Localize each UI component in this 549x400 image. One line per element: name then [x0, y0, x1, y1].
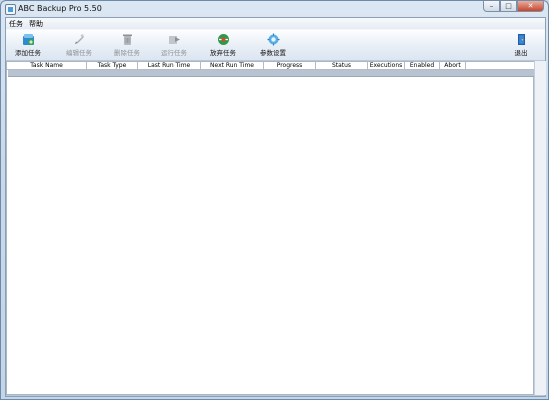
column-next-run-time[interactable]: Next Run Time: [201, 62, 264, 70]
header-filler: [466, 62, 534, 70]
edit-task-icon: [74, 34, 84, 44]
table-group-band: [8, 70, 534, 77]
delete-task-label: 删除任务: [114, 49, 140, 57]
run-task-icon: [168, 36, 180, 44]
client-area: 任务 帮助 添加任务 编辑任务 删除任务 运行任务 放弃任务 参数设置 退出 T…: [5, 17, 546, 397]
toolbar: 添加任务 编辑任务 删除任务 运行任务 放弃任务 参数设置 退出: [6, 30, 545, 61]
column-task-name[interactable]: Task Name: [7, 62, 87, 70]
close-button[interactable]: ✕: [517, 1, 544, 12]
delete-task-icon: [122, 34, 132, 45]
minimize-button[interactable]: –: [483, 1, 500, 12]
column-status[interactable]: Status: [316, 62, 368, 70]
abandon-task-icon: [217, 34, 229, 45]
add-task-label: 添加任务: [15, 49, 41, 57]
window-controls: – □ ✕: [483, 1, 544, 12]
title-bar[interactable]: ABC Backup Pro 5.50 – □ ✕: [1, 1, 548, 17]
column-last-run-time[interactable]: Last Run Time: [138, 62, 201, 70]
add-task-icon: [22, 34, 34, 45]
edit-task-button[interactable]: 编辑任务: [62, 33, 96, 59]
settings-icon: [267, 33, 279, 46]
column-abort[interactable]: Abort: [440, 62, 466, 70]
vertical-scrollbar[interactable]: [534, 61, 546, 395]
app-window: ABC Backup Pro 5.50 – □ ✕ 任务 帮助 添加任务 编辑任…: [0, 0, 549, 400]
window-title: ABC Backup Pro 5.50: [18, 4, 102, 13]
add-task-button[interactable]: 添加任务: [11, 33, 45, 59]
abandon-task-button[interactable]: 放弃任务: [206, 33, 240, 59]
maximize-button[interactable]: □: [500, 1, 517, 12]
exit-door-icon: [517, 34, 525, 45]
abandon-task-label: 放弃任务: [210, 49, 236, 57]
app-icon: [5, 4, 16, 15]
run-task-button[interactable]: 运行任务: [157, 33, 191, 59]
table-header: Task Name Task Type Last Run Time Next R…: [7, 62, 534, 70]
status-strip: [6, 395, 545, 396]
column-executions[interactable]: Executions: [368, 62, 405, 70]
column-progress[interactable]: Progress: [264, 62, 316, 70]
delete-task-button[interactable]: 删除任务: [110, 33, 144, 59]
run-task-label: 运行任务: [161, 49, 187, 57]
column-task-type[interactable]: Task Type: [87, 62, 138, 70]
settings-label: 参数设置: [260, 49, 286, 57]
menu-help[interactable]: 帮助: [26, 19, 46, 29]
menu-bar: 任务 帮助: [6, 18, 545, 29]
exit-button[interactable]: 退出: [506, 33, 536, 59]
exit-label: 退出: [514, 49, 528, 57]
edit-task-label: 编辑任务: [66, 49, 92, 57]
menu-task[interactable]: 任务: [6, 19, 26, 29]
task-table[interactable]: Task Name Task Type Last Run Time Next R…: [6, 61, 534, 395]
column-enabled[interactable]: Enabled: [405, 62, 440, 70]
settings-button[interactable]: 参数设置: [256, 33, 290, 59]
